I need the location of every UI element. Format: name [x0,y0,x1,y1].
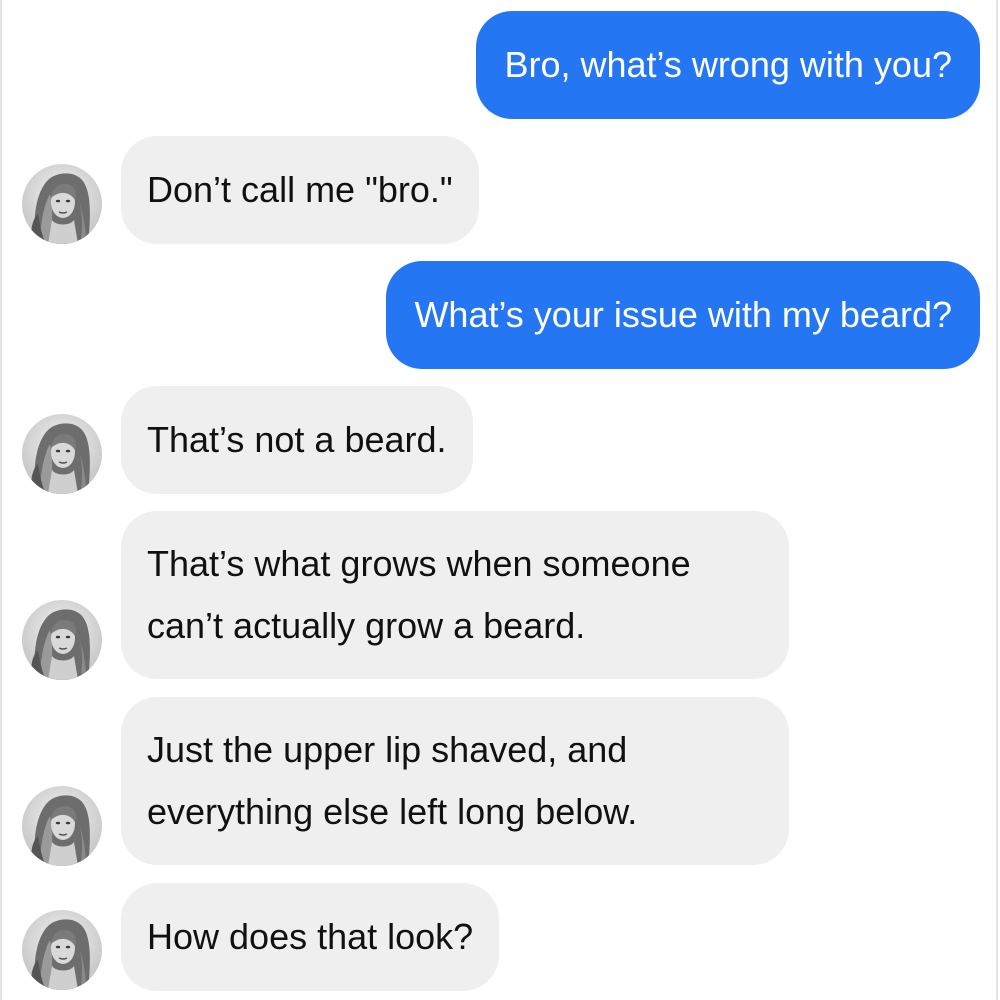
message-text: Don’t call me "bro." [147,169,453,210]
message-text: What’s your issue with my beard? [414,294,952,335]
message-text-line: everything else left long below. [147,791,638,832]
received-message-bubble[interactable]: How does that look? [121,883,500,991]
avatar-icon [22,786,102,866]
avatar-icon [22,910,102,990]
sent-message-bubble[interactable]: Bro, what’s wrong with you? [476,11,980,119]
received-message-bubble[interactable]: Don’t call me "bro." [121,136,479,244]
contact-avatar[interactable] [22,910,102,990]
message-text: Bro, what’s wrong with you? [504,44,952,85]
avatar-icon [22,414,102,494]
contact-avatar[interactable] [22,600,102,680]
message-text-line: can’t actually grow a beard. [147,605,586,646]
contact-avatar[interactable] [22,164,102,244]
message-text-line: Just the upper lip shaved, and [147,729,628,770]
contact-avatar[interactable] [22,786,102,866]
sent-message-bubble[interactable]: What’s your issue with my beard? [386,261,980,369]
message-text: That’s not a beard. [147,419,447,460]
received-message-bubble[interactable]: Just the upper lip shaved, and everythin… [121,697,789,865]
contact-avatar[interactable] [22,414,102,494]
received-message-bubble[interactable]: That’s what grows when someone can’t act… [121,511,789,679]
received-message-bubble[interactable]: That’s not a beard. [121,386,473,494]
message-text-line: That’s what grows when someone [147,543,691,584]
avatar-icon [22,600,102,680]
avatar-icon [22,164,102,244]
message-text: How does that look? [147,916,474,957]
